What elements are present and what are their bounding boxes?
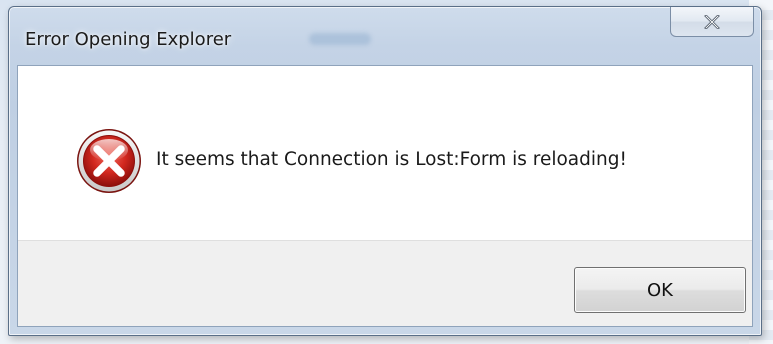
error-dialog: Error Opening Explorer It seems that Con… bbox=[8, 6, 762, 336]
title-glass-reflection bbox=[309, 33, 371, 45]
title-bar[interactable]: Error Opening Explorer bbox=[9, 7, 761, 65]
message-area: It seems that Connection is Lost:Form is… bbox=[18, 66, 752, 240]
error-icon bbox=[77, 129, 141, 193]
close-icon bbox=[704, 14, 720, 29]
error-message: It seems that Connection is Lost:Form is… bbox=[156, 149, 627, 170]
dialog-body: It seems that Connection is Lost:Form is… bbox=[17, 65, 753, 327]
button-bar: OK bbox=[18, 240, 752, 326]
close-button[interactable] bbox=[670, 7, 754, 37]
ok-button[interactable]: OK bbox=[574, 267, 746, 313]
dialog-title: Error Opening Explorer bbox=[25, 29, 232, 50]
